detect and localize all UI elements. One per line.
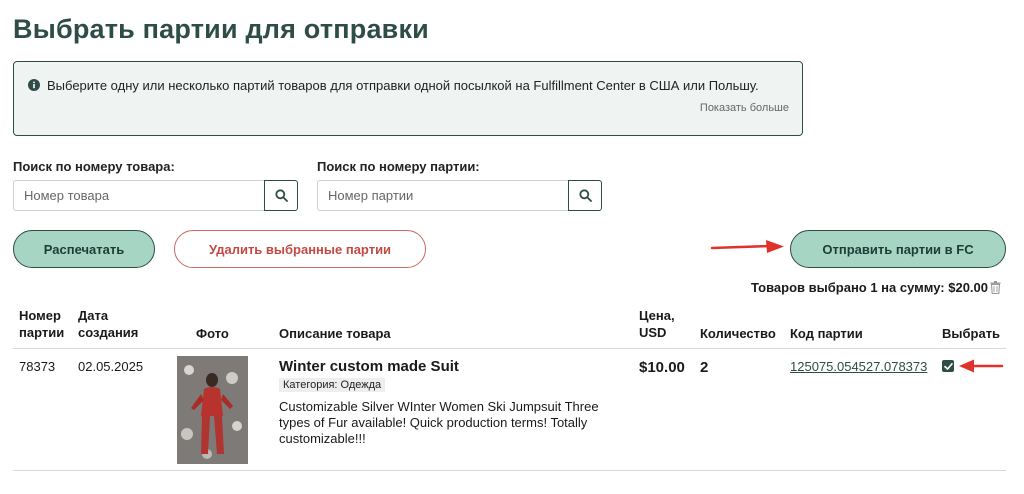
- page-title: Выбрать партии для отправки: [13, 14, 429, 44]
- product-photo: [177, 356, 248, 464]
- select-checkbox[interactable]: [942, 360, 954, 372]
- header-date-line2: создания: [78, 325, 139, 340]
- header-price-line2: USD: [639, 325, 667, 340]
- header-photo: Фото: [196, 326, 229, 341]
- print-button[interactable]: Распечатать: [13, 230, 155, 268]
- category-badge: Категория: Одежда: [279, 378, 386, 392]
- product-search-label: Поиск по номеру товара:: [13, 159, 175, 174]
- product-search-button[interactable]: [264, 180, 298, 211]
- selection-summary: Товаров выбрано 1 на сумму: $20.00: [751, 280, 988, 295]
- header-batch-no-line2: партии: [19, 325, 65, 340]
- delete-selected-button[interactable]: Удалить выбранные партии: [174, 230, 426, 268]
- header-code: Код партии: [790, 326, 863, 341]
- info-icon: [28, 79, 40, 91]
- product-description: Customizable Silver WInter Women Ski Jum…: [279, 399, 599, 446]
- product-search-input[interactable]: [13, 180, 264, 211]
- row-batch-no: 78373: [19, 359, 56, 374]
- header-date-line1: Дата: [78, 308, 109, 323]
- batch-search-group: [317, 180, 602, 211]
- header-batch-no-line1: Номер: [19, 308, 61, 323]
- header-price: Цена, USD: [639, 307, 675, 341]
- trash-icon[interactable]: [990, 281, 1001, 294]
- arrow-right-icon: [710, 240, 784, 253]
- header-price-line1: Цена,: [639, 308, 675, 323]
- header-batch-no: Номер партии: [19, 307, 64, 341]
- search-icon: [274, 189, 288, 202]
- row-quantity: 2: [700, 359, 709, 376]
- search-icon: [578, 189, 592, 202]
- header-date: Дата создания: [78, 307, 138, 341]
- header-select: Выбрать: [942, 326, 1001, 341]
- header-divider: [13, 348, 1006, 349]
- row-divider: [13, 470, 1006, 471]
- batch-search-input[interactable]: [317, 180, 568, 211]
- send-to-fc-button[interactable]: Отправить партии в FC: [790, 230, 1006, 268]
- product-title: Winter custom made Suit: [279, 358, 459, 375]
- product-search-group: [13, 180, 298, 211]
- row-price: $10.00: [639, 359, 685, 376]
- batch-search-button[interactable]: [568, 180, 602, 211]
- header-quantity: Количество: [700, 326, 776, 341]
- arrow-left-icon: [959, 359, 1004, 373]
- show-more-link[interactable]: Показать больше: [700, 102, 789, 114]
- batch-search-label: Поиск по номеру партии:: [317, 159, 480, 174]
- row-date: 02.05.2025: [78, 359, 144, 374]
- batch-code-link[interactable]: 125075.054527.078373: [790, 359, 927, 374]
- info-text: Выберите одну или несколько партий товар…: [47, 78, 759, 93]
- checkmark-icon: [943, 362, 953, 370]
- info-box: Выберите одну или несколько партий товар…: [13, 61, 803, 136]
- header-description: Описание товара: [279, 326, 391, 341]
